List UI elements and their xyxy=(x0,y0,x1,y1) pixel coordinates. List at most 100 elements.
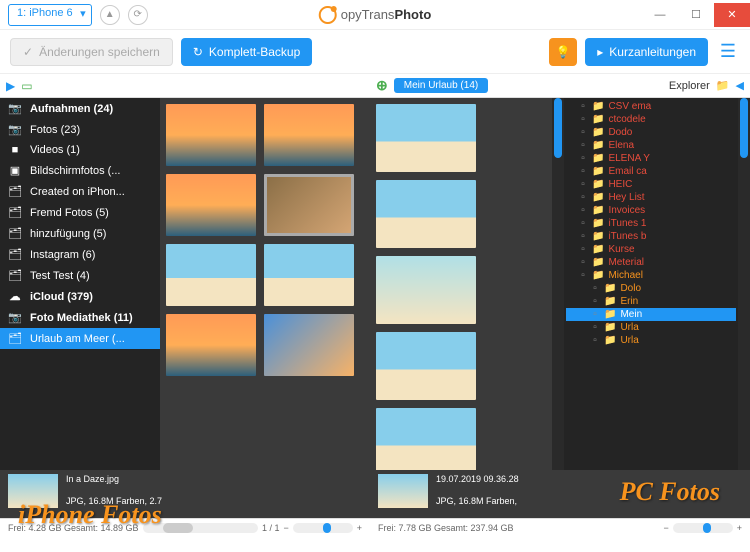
photo-thumb[interactable] xyxy=(376,180,476,248)
tree-item[interactable]: ▫📁ELENA Y xyxy=(566,152,736,165)
album-icon: 📷 xyxy=(8,102,22,115)
tree-item[interactable]: ▫📁Urla xyxy=(566,321,736,334)
page-counter: 1 / 1 xyxy=(262,523,280,533)
zoom-track[interactable] xyxy=(143,523,258,533)
expander-icon[interactable]: ▫ xyxy=(578,101,588,112)
zoom-out-icon[interactable]: − xyxy=(283,523,288,533)
album-label: Created on iPhon... xyxy=(30,186,125,198)
tree-item[interactable]: ▫📁Elena xyxy=(566,139,736,152)
expander-icon[interactable]: ▫ xyxy=(590,309,600,320)
expander-icon[interactable]: ▫ xyxy=(578,192,588,203)
expander-icon[interactable]: ▫ xyxy=(578,205,588,216)
explorer-tab[interactable]: Explorer xyxy=(669,80,710,92)
tree-scrollbar[interactable] xyxy=(738,98,750,470)
zoom-in-icon[interactable]: + xyxy=(357,523,362,533)
sidebar-item[interactable]: 🗂Instagram (6) xyxy=(0,244,160,265)
refresh-button[interactable]: ⟳ xyxy=(128,5,148,25)
eject-button[interactable]: ▲ xyxy=(100,5,120,25)
sidebar-item[interactable]: 🗂hinzufügung (5) xyxy=(0,223,160,244)
expander-icon[interactable]: ▫ xyxy=(578,166,588,177)
device-select[interactable]: 1: iPhone 6 xyxy=(8,4,92,26)
zoom-slider[interactable] xyxy=(673,523,733,533)
sidebar-item[interactable]: 🗂Urlaub am Meer (... xyxy=(0,328,160,349)
photo-thumb[interactable] xyxy=(166,314,256,376)
guides-label: Kurzanleitungen xyxy=(609,45,696,59)
sidebar-item[interactable]: ▣Bildschirmfotos (... xyxy=(0,160,160,181)
zoom-out-icon[interactable]: − xyxy=(663,523,668,533)
photo-thumb[interactable] xyxy=(376,104,476,172)
expander-icon[interactable]: ▫ xyxy=(590,335,600,346)
sidebar-item[interactable]: ■Videos (1) xyxy=(0,140,160,160)
tree-item[interactable]: ▫📁Hey List xyxy=(566,191,736,204)
tree-item[interactable]: ▫📁Meterial xyxy=(566,256,736,269)
play-tab-icon[interactable]: ▶ xyxy=(6,79,15,93)
minimize-button[interactable]: — xyxy=(642,3,678,27)
album-label: Aufnahmen (24) xyxy=(30,103,113,115)
close-button[interactable]: ✕ xyxy=(714,3,750,27)
zoom-slider[interactable] xyxy=(293,523,353,533)
tree-item[interactable]: ▫📁iTunes b xyxy=(566,230,736,243)
sidebar-item[interactable]: 🗂Created on iPhon... xyxy=(0,181,160,202)
tree-item[interactable]: ▫📁Dolo xyxy=(566,282,736,295)
tree-item[interactable]: ▫📁Urla xyxy=(566,334,736,347)
folder-icon[interactable]: 📁 xyxy=(716,79,730,92)
file-meta: JPG, 16.8M Farben, xyxy=(436,496,519,506)
tree-item[interactable]: ▫📁Mein xyxy=(566,308,736,321)
pc-scrollbar[interactable] xyxy=(552,98,564,470)
zoom-in-icon[interactable]: + xyxy=(737,523,742,533)
sidebar-item[interactable]: 📷 Aufnahmen (24) xyxy=(0,98,160,119)
tree-item[interactable]: ▫📁Invoices xyxy=(566,204,736,217)
photo-thumb[interactable] xyxy=(376,256,476,324)
menu-button[interactable]: ☰ xyxy=(716,41,740,62)
disk-free: Frei: 4.28 GB Gesamt: 14.89 GB xyxy=(8,523,139,533)
tree-item[interactable]: ▫📁iTunes 1 xyxy=(566,217,736,230)
photo-thumb[interactable] xyxy=(376,408,476,470)
photo-thumb-selected[interactable] xyxy=(264,174,354,236)
expander-icon[interactable]: ▫ xyxy=(578,257,588,268)
sidebar-item[interactable]: 📷Foto Mediathek (11) xyxy=(0,307,160,328)
tree-item[interactable]: ▫📁Kurse xyxy=(566,243,736,256)
tree-item[interactable]: ▫📁Erin xyxy=(566,295,736,308)
sidebar-item[interactable]: 🗂Test Test (4) xyxy=(0,265,160,286)
photo-thumb[interactable] xyxy=(264,314,354,376)
gallery-tab-icon[interactable]: ▭ xyxy=(21,79,32,93)
expander-icon[interactable]: ▫ xyxy=(578,140,588,151)
guides-button[interactable]: ▸ Kurzanleitungen xyxy=(585,38,708,66)
expander-icon[interactable]: ▫ xyxy=(578,231,588,242)
maximize-button[interactable]: ☐ xyxy=(678,3,714,27)
expander-icon[interactable]: ▫ xyxy=(578,244,588,255)
sidebar-item[interactable]: ☁iCloud (379) xyxy=(0,286,160,307)
backup-button[interactable]: ↻ Komplett-Backup xyxy=(181,38,312,66)
tree-item[interactable]: ▫📁Dodo xyxy=(566,126,736,139)
folder-label: iTunes b xyxy=(608,231,646,242)
tree-item[interactable]: ▫📁ctcodele xyxy=(566,113,736,126)
save-changes-button[interactable]: ✓ Änderungen speichern xyxy=(10,38,173,66)
expander-icon[interactable]: ▫ xyxy=(578,114,588,125)
file-name: 19.07.2019 09.36.28 xyxy=(436,474,519,484)
photo-thumb[interactable] xyxy=(264,244,354,306)
expander-icon[interactable]: ▫ xyxy=(578,270,588,281)
tree-item[interactable]: ▫📁HEIC xyxy=(566,178,736,191)
expander-icon[interactable]: ▫ xyxy=(578,179,588,190)
tree-item[interactable]: ▫📁CSV ema xyxy=(566,100,736,113)
sidebar-item[interactable]: 🗂Fremd Fotos (5) xyxy=(0,202,160,223)
photo-thumb[interactable] xyxy=(166,104,256,166)
album-label: hinzufügung (5) xyxy=(30,228,106,240)
photo-thumb[interactable] xyxy=(166,174,256,236)
collapse-icon[interactable]: ◀ xyxy=(736,79,744,92)
expander-icon[interactable]: ▫ xyxy=(590,283,600,294)
folder-tab[interactable]: Mein Urlaub (14) xyxy=(394,78,488,93)
hint-button[interactable]: 💡 xyxy=(549,38,577,66)
expander-icon[interactable]: ▫ xyxy=(578,218,588,229)
sidebar-item[interactable]: 📷Fotos (23) xyxy=(0,119,160,140)
tree-item[interactable]: ▫📁Michael xyxy=(566,269,736,282)
expander-icon[interactable]: ▫ xyxy=(578,127,588,138)
photo-thumb[interactable] xyxy=(376,332,476,400)
tree-item[interactable]: ▫📁Email ca xyxy=(566,165,736,178)
expander-icon[interactable]: ▫ xyxy=(578,153,588,164)
expander-icon[interactable]: ▫ xyxy=(590,296,600,307)
photo-thumb[interactable] xyxy=(166,244,256,306)
expander-icon[interactable]: ▫ xyxy=(590,322,600,333)
photo-thumb[interactable] xyxy=(264,104,354,166)
add-icon[interactable]: ⊕ xyxy=(376,77,388,94)
